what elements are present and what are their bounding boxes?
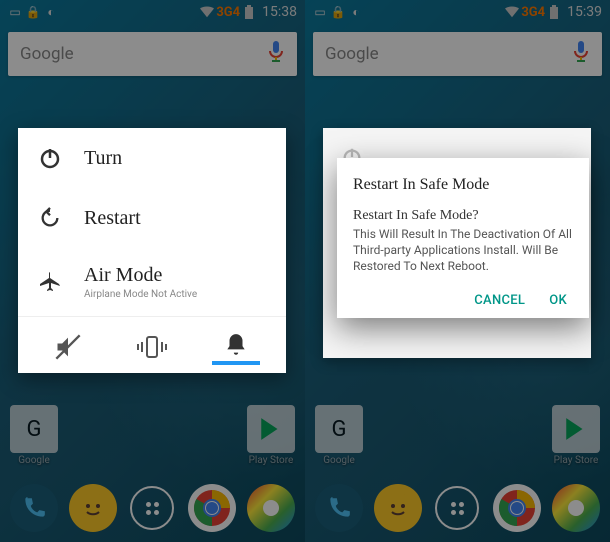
restart-item[interactable]: Restart [18,188,286,248]
dialog-title: Restart In Safe Mode [353,176,573,194]
ring-icon[interactable] [212,329,260,365]
restart-label: Restart [84,207,141,230]
dialog-body: This Will Result In The Deactivation Of … [353,226,573,275]
power-off-item[interactable]: Turn [18,128,286,188]
power-menu: Turn Restart Air Mode Airplane Mode Not … [18,128,286,373]
phone-right: ▭ 🔒 ◐ 3G4 15:39 Google G Google [305,0,610,542]
mute-icon[interactable] [44,329,92,365]
ok-button[interactable]: OK [549,293,567,308]
power-icon [36,144,64,172]
dialog-actions: CANCEL OK [353,293,573,308]
restart-icon [36,204,64,232]
sound-mode-row [18,316,286,373]
airplane-label: Air Mode [84,264,197,287]
power-off-label: Turn [84,147,122,170]
airplane-sublabel: Airplane Mode Not Active [84,289,197,300]
dialog-subtitle: Restart In Safe Mode? [353,208,573,224]
vibrate-icon[interactable] [128,329,176,365]
phone-left: ▭ 🔒 ◐ 3G4 15:38 Google G Google [0,0,305,542]
cancel-button[interactable]: CANCEL [474,293,525,308]
airplane-item[interactable]: Air Mode Airplane Mode Not Active [18,248,286,316]
safe-mode-dialog: Restart In Safe Mode Restart In Safe Mod… [337,158,589,318]
airplane-icon [36,268,64,296]
